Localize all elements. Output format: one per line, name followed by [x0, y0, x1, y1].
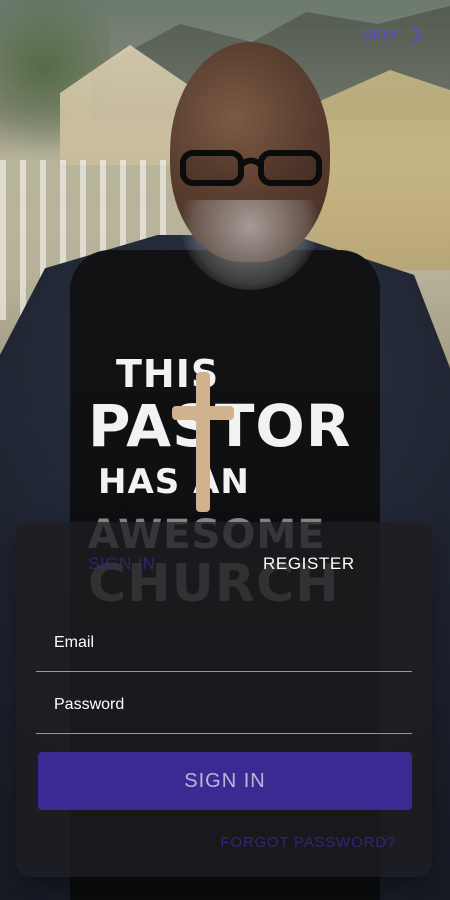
- skip-button[interactable]: SKIP: [361, 26, 423, 44]
- auth-tabs: SIGN IN REGISTER: [16, 554, 432, 594]
- forgot-password-link[interactable]: FORGOT PASSWORD?: [220, 834, 396, 851]
- login-screen: THIS PASTOR HAS AN AWESOME CHURCH SKIP S…: [0, 0, 450, 900]
- password-input[interactable]: [36, 682, 412, 734]
- tab-sign-in[interactable]: SIGN IN: [88, 554, 156, 574]
- background-house-right: [300, 70, 450, 270]
- email-field[interactable]: Email: [36, 620, 412, 672]
- password-field[interactable]: Password: [36, 682, 412, 734]
- email-underline: [36, 671, 412, 672]
- email-input[interactable]: [36, 620, 412, 672]
- chevron-right-icon: [405, 26, 423, 44]
- auth-panel: SIGN IN REGISTER Email Password SIGN IN …: [16, 522, 432, 877]
- background-fence: [0, 160, 180, 320]
- skip-label: SKIP: [361, 26, 398, 43]
- tab-register[interactable]: REGISTER: [263, 554, 355, 574]
- sign-in-button[interactable]: SIGN IN: [38, 752, 412, 810]
- password-underline: [36, 733, 412, 734]
